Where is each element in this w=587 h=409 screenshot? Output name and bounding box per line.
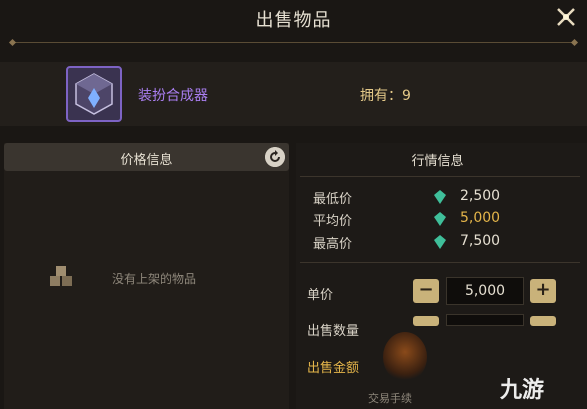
page-title: 出售物品 [255,10,332,31]
market-header: 行情信息 [411,154,464,169]
market-divider [300,176,580,177]
owned-count: 拥有：9 [360,88,411,104]
confirm-sell-button[interactable] [383,332,427,382]
gem-icon [434,212,446,226]
quantity-plus-button[interactable] [530,316,556,326]
gem-icon [434,235,446,249]
max-price-value: 7,500 [460,233,501,249]
unit-price-plus-button[interactable]: + [530,279,556,303]
gem-icon [434,190,446,204]
min-price-label: 最低价 [313,192,353,207]
avg-price-value: 5,000 [460,210,501,226]
title-bar: 出售物品 [0,0,587,38]
price-info-title: 价格信息 [120,153,173,168]
quantity-label: 出售数量 [307,324,360,339]
item-name: 装扮合成器 [138,88,208,104]
price-info-header: 价格信息 [4,143,289,171]
form-divider [300,262,580,263]
cube-crystal-icon [66,66,122,122]
quantity-input[interactable] [446,314,524,326]
close-icon[interactable] [551,2,581,32]
item-row: 装扮合成器 拥有：9 [0,62,587,126]
min-price-value: 2,500 [460,188,501,204]
fee-text: 交易手续 [368,392,412,405]
total-amount-label: 出售金额 [307,361,360,376]
max-price-label: 最高价 [313,237,353,252]
title-divider [12,42,575,43]
avg-price-label: 平均价 [313,214,353,229]
unit-price-minus-button[interactable]: − [413,279,439,303]
refresh-icon[interactable] [265,147,285,167]
watermark: 九游 [500,378,545,403]
empty-box-icon [50,266,72,286]
quantity-minus-button[interactable] [413,316,439,326]
unit-price-label: 单价 [307,288,334,303]
unit-price-input[interactable] [446,277,524,305]
empty-listing-text: 没有上架的物品 [112,272,197,286]
